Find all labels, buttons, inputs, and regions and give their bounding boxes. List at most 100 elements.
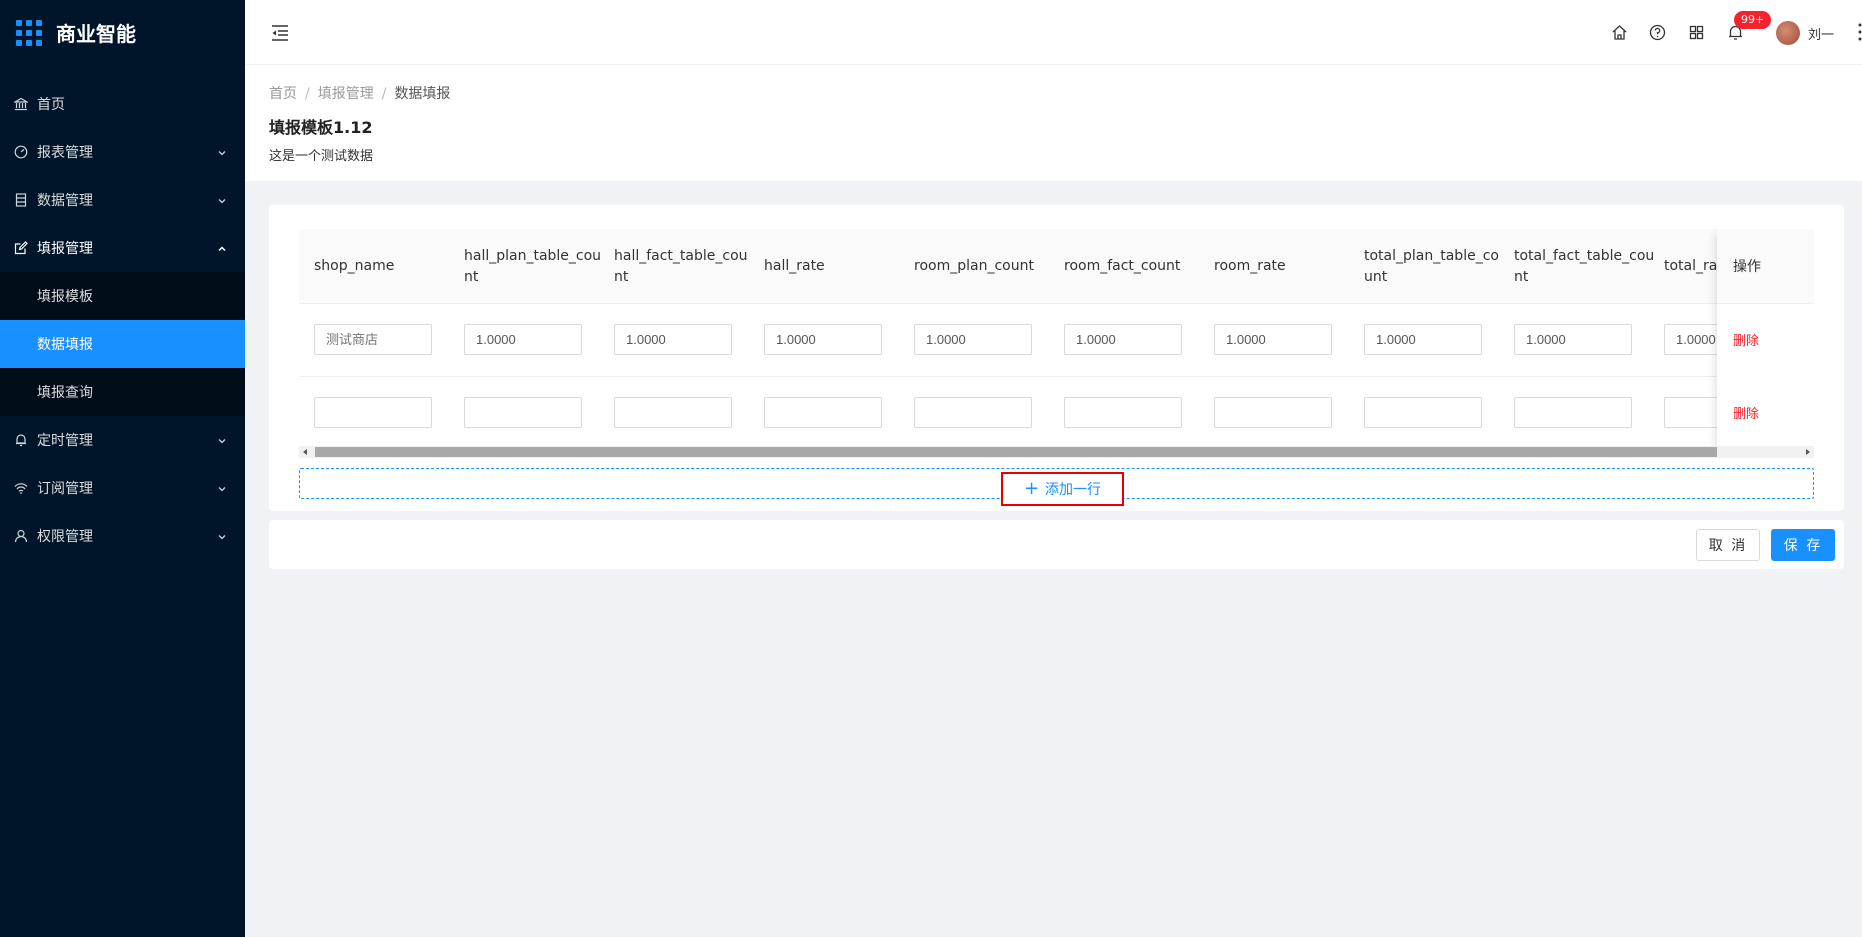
more-vertical-icon[interactable] xyxy=(1857,22,1862,42)
cell-input[interactable] xyxy=(764,397,882,428)
sidebar-item-label: 报表管理 xyxy=(37,145,93,161)
horizontal-scrollbar[interactable] xyxy=(299,446,1814,458)
sidebar-item-permissions[interactable]: 权限管理 xyxy=(0,512,245,560)
column-header: hall_fact_table_count xyxy=(614,247,748,285)
chevron-up-icon xyxy=(217,242,227,258)
plus-icon: + xyxy=(1023,478,1040,499)
table-card: shop_name hall_plan_table_count hall_fac… xyxy=(269,205,1844,511)
footer-actions: 取 消 保 存 xyxy=(269,520,1844,569)
cell-input[interactable] xyxy=(614,397,732,428)
scroll-left-icon[interactable] xyxy=(303,449,307,455)
add-row-highlight[interactable]: + 添加一行 xyxy=(1001,472,1124,506)
sidebar-item-label: 首页 xyxy=(37,97,65,113)
cell-input[interactable] xyxy=(764,324,882,355)
delete-link[interactable]: 删除 xyxy=(1733,403,1759,422)
sidebar-item-data-fill[interactable]: 数据填报 xyxy=(0,320,245,368)
cell-input-shop-name[interactable] xyxy=(314,324,432,355)
cell-input[interactable] xyxy=(464,397,582,428)
breadcrumb-item[interactable]: 填报管理 xyxy=(318,86,374,102)
sidebar: 商业智能 首页 报表管理 数据管理 填报管理 填报模板 数据填报 填报查询 定时… xyxy=(0,0,245,937)
avatar[interactable] xyxy=(1776,21,1800,45)
breadcrumb-current: 数据填报 xyxy=(394,86,451,102)
sidebar-item-label: 订阅管理 xyxy=(37,481,93,497)
bell-icon xyxy=(14,433,28,447)
apps-icon[interactable] xyxy=(1688,24,1705,41)
sidebar-item-schedule[interactable]: 定时管理 xyxy=(0,416,245,464)
scroll-right-icon[interactable] xyxy=(1806,449,1810,455)
chevron-down-icon xyxy=(217,482,227,498)
add-row-label: 添加一行 xyxy=(1045,482,1102,498)
cell-input-shop-name[interactable] xyxy=(314,397,432,428)
cell-input[interactable] xyxy=(1214,324,1332,355)
column-header: hall_plan_table_count xyxy=(464,247,602,285)
sidebar-item-label: 填报管理 xyxy=(37,241,93,257)
sidebar-item-data[interactable]: 数据管理 xyxy=(0,176,245,224)
column-header-action: 操作 xyxy=(1717,229,1814,304)
column-header: total_fact_table_count xyxy=(1514,247,1655,285)
notification-badge: 99+ xyxy=(1734,11,1772,29)
sidebar-item-fill-query[interactable]: 填报查询 xyxy=(0,368,245,416)
column-header: hall_rate xyxy=(764,258,825,274)
action-column: 操作 删除 删除 xyxy=(1717,229,1814,458)
menu-fold-icon[interactable] xyxy=(271,24,289,42)
page-header: 首页 / 填报管理 / 数据填报 填报模板1.12 这是一个测试数据 xyxy=(245,65,1862,181)
column-header: room_plan_count xyxy=(914,258,1034,274)
cell-input[interactable] xyxy=(614,324,732,355)
sidebar-item-fill-management[interactable]: 填报管理 xyxy=(0,224,245,272)
cancel-button[interactable]: 取 消 xyxy=(1696,529,1760,561)
add-row-button[interactable]: + 添加一行 xyxy=(299,468,1814,506)
scrollbar-thumb[interactable] xyxy=(315,447,1717,457)
cell-input[interactable] xyxy=(1214,397,1332,428)
column-header: room_rate xyxy=(1214,258,1286,274)
cell-input[interactable] xyxy=(1514,324,1632,355)
cell-input[interactable] xyxy=(1514,397,1632,428)
top-header: 99+ 刘一 xyxy=(245,0,1862,65)
sidebar-item-home[interactable]: 首页 xyxy=(0,80,245,128)
breadcrumb-separator: / xyxy=(381,86,387,102)
column-header: room_fact_count xyxy=(1064,258,1181,274)
chevron-down-icon xyxy=(217,530,227,546)
cell-input[interactable] xyxy=(464,324,582,355)
bank-icon xyxy=(14,97,28,111)
cell-input[interactable] xyxy=(1364,397,1482,428)
database-icon xyxy=(14,193,28,207)
table-row xyxy=(299,377,1814,450)
sidebar-item-reports[interactable]: 报表管理 xyxy=(0,128,245,176)
column-header: total_plan_table_count xyxy=(1364,247,1499,285)
sidebar-item-label: 填报查询 xyxy=(37,385,93,401)
apps-grid-icon xyxy=(16,19,42,46)
page-description: 这是一个测试数据 xyxy=(269,149,374,164)
sidebar-item-fill-template[interactable]: 填报模板 xyxy=(0,272,245,320)
delete-link[interactable]: 删除 xyxy=(1733,330,1759,349)
sidebar-item-label: 权限管理 xyxy=(37,529,93,545)
dashboard-icon xyxy=(14,145,28,159)
cell-input[interactable] xyxy=(1064,397,1182,428)
wifi-icon xyxy=(14,481,28,495)
sidebar-item-subscription[interactable]: 订阅管理 xyxy=(0,464,245,512)
breadcrumb: 首页 / 填报管理 / 数据填报 xyxy=(269,83,450,103)
edit-icon xyxy=(14,241,28,255)
sidebar-item-label: 定时管理 xyxy=(37,433,93,449)
breadcrumb-separator: / xyxy=(305,86,310,102)
username[interactable]: 刘一 xyxy=(1808,24,1834,43)
logo-text: 商业智能 xyxy=(56,22,136,46)
save-button[interactable]: 保 存 xyxy=(1771,529,1835,561)
table-header: shop_name hall_plan_table_count hall_fac… xyxy=(299,229,1814,304)
chevron-down-icon xyxy=(217,434,227,450)
sidebar-item-label: 填报模板 xyxy=(37,289,93,305)
help-icon[interactable] xyxy=(1649,24,1666,41)
cell-input[interactable] xyxy=(914,324,1032,355)
page-title: 填报模板1.12 xyxy=(269,118,373,137)
fill-management-submenu: 填报模板 数据填报 填报查询 xyxy=(0,272,245,416)
breadcrumb-item[interactable]: 首页 xyxy=(269,86,297,102)
sidebar-item-label: 数据填报 xyxy=(37,337,93,353)
chevron-down-icon xyxy=(217,146,227,162)
logo[interactable]: 商业智能 xyxy=(0,0,245,65)
data-table: shop_name hall_plan_table_count hall_fac… xyxy=(299,229,1814,458)
column-header: shop_name xyxy=(314,258,395,274)
cell-input[interactable] xyxy=(914,397,1032,428)
sidebar-menu: 首页 报表管理 数据管理 填报管理 填报模板 数据填报 填报查询 定时管理 订阅… xyxy=(0,80,245,560)
cell-input[interactable] xyxy=(1364,324,1482,355)
cell-input[interactable] xyxy=(1064,324,1182,355)
home-icon[interactable] xyxy=(1611,24,1628,41)
